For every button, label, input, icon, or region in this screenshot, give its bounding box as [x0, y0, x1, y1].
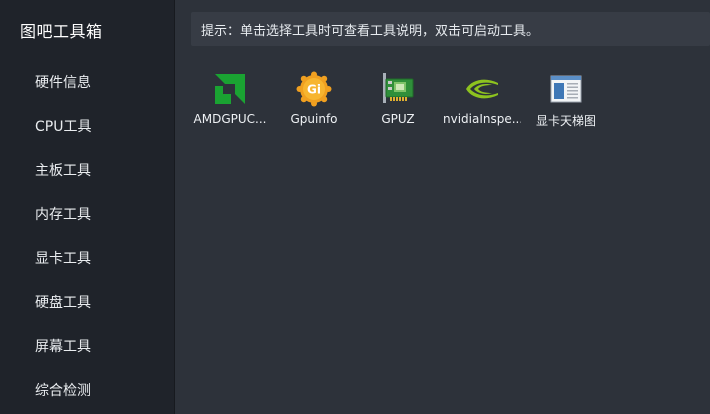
- tool-label: GPUZ: [381, 112, 415, 126]
- sidebar-item-gpu-tools[interactable]: 显卡工具: [0, 236, 174, 280]
- sidebar-nav: 硬件信息 CPU工具 主板工具 内存工具 显卡工具 硬盘工具 屏幕工具 综合检测: [0, 60, 174, 412]
- main-panel: 提示：单击选择工具时可查看工具说明，双击可启动工具。 AMDGPUC... Gi…: [175, 0, 710, 414]
- svg-text:Gi: Gi: [307, 83, 321, 97]
- tool-gpuinfo[interactable]: Gi Gpuinfo: [275, 70, 353, 136]
- tool-gpuz[interactable]: GPUZ: [359, 70, 437, 136]
- tool-amdgpuclock[interactable]: AMDGPUC...: [191, 70, 269, 136]
- sidebar-item-disk-tools[interactable]: 硬盘工具: [0, 280, 174, 324]
- hint-bar: 提示：单击选择工具时可查看工具说明，双击可启动工具。: [191, 12, 710, 46]
- tool-nvidia-inspector[interactable]: nvidiaInspe...: [443, 70, 521, 136]
- sidebar-item-comprehensive-test[interactable]: 综合检测: [0, 368, 174, 412]
- sidebar-item-cpu-tools[interactable]: CPU工具: [0, 104, 174, 148]
- tool-grid: AMDGPUC... Gi Gpuinfo GPUZ nvidiaInspe..…: [191, 70, 605, 136]
- sidebar: 图吧工具箱 硬件信息 CPU工具 主板工具 内存工具 显卡工具 硬盘工具 屏幕工…: [0, 0, 175, 414]
- sidebar-item-memory-tools[interactable]: 内存工具: [0, 192, 174, 236]
- tool-label: nvidiaInspe...: [443, 112, 521, 126]
- app-title: 图吧工具箱: [20, 22, 103, 41]
- window-chart-icon: [547, 70, 585, 108]
- sidebar-item-motherboard-tools[interactable]: 主板工具: [0, 148, 174, 192]
- tool-gpu-ladder[interactable]: 显卡天梯图: [527, 70, 605, 136]
- app-window: 图吧工具箱 硬件信息 CPU工具 主板工具 内存工具 显卡工具 硬盘工具 屏幕工…: [0, 0, 710, 414]
- tool-label: Gpuinfo: [290, 112, 338, 126]
- sidebar-item-screen-tools[interactable]: 屏幕工具: [0, 324, 174, 368]
- tool-label: AMDGPUC...: [193, 112, 267, 126]
- tool-label: 显卡天梯图: [535, 114, 596, 128]
- gpuinfo-badge-icon: Gi: [295, 70, 333, 108]
- amd-logo-icon: [211, 70, 249, 108]
- sidebar-item-hardware-info[interactable]: 硬件信息: [0, 60, 174, 104]
- graphics-card-icon: [379, 70, 417, 108]
- nvidia-logo-icon: [463, 70, 501, 108]
